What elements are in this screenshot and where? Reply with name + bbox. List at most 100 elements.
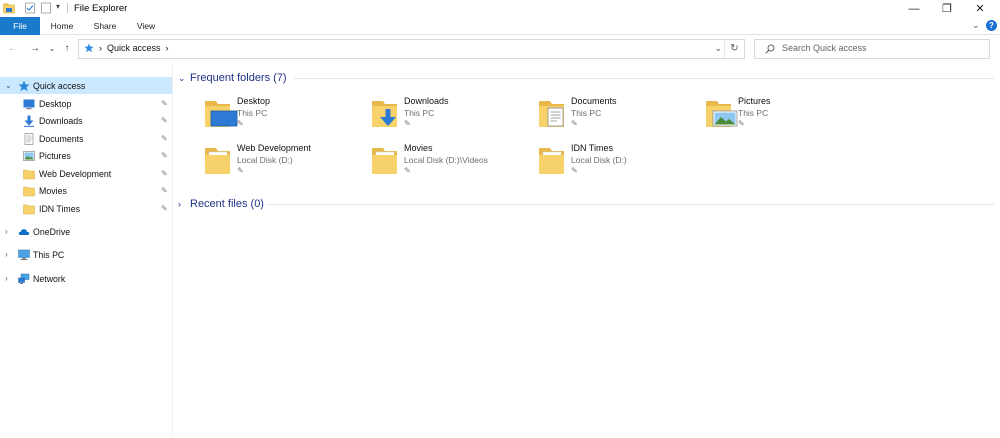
address-bar[interactable]: › Quick access › ⌄ ↻ bbox=[78, 39, 745, 59]
folder-location: Local Disk (D:)\Videos bbox=[404, 155, 488, 165]
downloads-icon bbox=[24, 115, 34, 127]
tab-home[interactable]: Home bbox=[44, 17, 80, 35]
sidebar-item-movies[interactable]: Movies ✎ bbox=[0, 182, 172, 199]
section-divider bbox=[268, 203, 994, 205]
forward-button[interactable]: → bbox=[28, 41, 42, 57]
desktop-folder-icon bbox=[205, 101, 238, 127]
sidebar-item-label: Desktop bbox=[39, 98, 72, 109]
back-button[interactable]: ← bbox=[6, 41, 20, 57]
pin-icon[interactable]: ✎ bbox=[161, 116, 168, 125]
folder-location: This PC bbox=[738, 108, 769, 118]
sidebar-item-label: This PC bbox=[33, 249, 65, 260]
folder-name: Web Development bbox=[237, 143, 311, 153]
properties-icon[interactable] bbox=[24, 2, 36, 14]
quick-access-star-icon bbox=[18, 80, 30, 91]
network-icon bbox=[18, 273, 30, 284]
pin-icon[interactable]: ✎ bbox=[237, 166, 244, 175]
chevron-down-icon[interactable]: ⌄ bbox=[178, 73, 186, 84]
up-button[interactable]: ↑ bbox=[60, 41, 74, 57]
chevron-right-icon[interactable]: › bbox=[5, 227, 8, 236]
maximize-button[interactable]: ❐ bbox=[931, 0, 963, 17]
folder-name: IDN Times bbox=[571, 143, 614, 153]
chevron-right-icon[interactable]: › bbox=[5, 250, 8, 259]
folder-tile-pictures[interactable]: Pictures This PC ✎ bbox=[705, 96, 865, 138]
sidebar-item-onedrive[interactable]: › OneDrive bbox=[0, 223, 172, 240]
pin-icon[interactable]: ✎ bbox=[161, 134, 168, 143]
pin-icon[interactable]: ✎ bbox=[404, 166, 411, 175]
breadcrumb-separator[interactable]: › bbox=[166, 43, 169, 53]
folder-tile-movies[interactable]: Movies Local Disk (D:)\Videos ✎ bbox=[371, 143, 531, 185]
pin-icon[interactable]: ✎ bbox=[161, 186, 168, 195]
documents-icon bbox=[24, 132, 34, 145]
breadcrumb-quick-access[interactable]: Quick access bbox=[107, 43, 161, 53]
folder-location: This PC bbox=[571, 108, 602, 118]
pin-icon[interactable]: ✎ bbox=[738, 119, 745, 128]
sidebar-item-web-development[interactable]: Web Development ✎ bbox=[0, 165, 172, 182]
customize-qat-icon[interactable]: ▾ bbox=[56, 2, 60, 11]
breadcrumb-separator: › bbox=[99, 43, 102, 53]
folder-tile-web-development[interactable]: Web Development Local Disk (D:) ✎ bbox=[204, 143, 364, 185]
close-button[interactable]: ✕ bbox=[964, 0, 996, 17]
sidebar-item-label: Documents bbox=[39, 133, 84, 144]
help-icon[interactable]: ? bbox=[986, 20, 997, 31]
sidebar-item-label: Downloads bbox=[39, 115, 83, 126]
sidebar-item-idn-times[interactable]: IDN Times ✎ bbox=[0, 200, 172, 217]
folder-name: Desktop bbox=[237, 96, 271, 106]
frequent-folders-header[interactable]: ⌄ Frequent folders (7) bbox=[174, 70, 996, 86]
pin-icon[interactable]: ✎ bbox=[161, 151, 168, 160]
tab-file[interactable]: File bbox=[0, 17, 40, 35]
desktop-icon bbox=[23, 99, 35, 109]
address-dropdown-icon[interactable]: ⌄ bbox=[714, 43, 722, 54]
folder-location: This PC bbox=[237, 108, 268, 118]
folder-location: Local Disk (D:) bbox=[571, 155, 627, 165]
sidebar-item-desktop[interactable]: Desktop ✎ bbox=[0, 95, 172, 112]
sidebar-item-label: OneDrive bbox=[33, 226, 71, 237]
content-pane: ⌄ Frequent folders (7) Desktop This PC ✎… bbox=[174, 63, 1000, 438]
refresh-button[interactable]: ↻ bbox=[724, 40, 744, 58]
sidebar-item-label: Pictures bbox=[39, 150, 71, 161]
sidebar-item-label: Network bbox=[33, 273, 66, 284]
folder-icon bbox=[372, 148, 397, 174]
file-explorer-icon[interactable] bbox=[3, 2, 15, 14]
title-bar: ▾ File Explorer — ❐ ✕ bbox=[0, 0, 1000, 17]
window-title: File Explorer bbox=[74, 3, 128, 14]
folder-tile-desktop[interactable]: Desktop This PC ✎ bbox=[204, 96, 364, 138]
computer-icon bbox=[18, 249, 30, 260]
search-box[interactable] bbox=[754, 39, 990, 59]
sidebar-item-documents[interactable]: Documents ✎ bbox=[0, 130, 172, 147]
sidebar-item-this-pc[interactable]: › This PC bbox=[0, 246, 172, 263]
folder-tile-downloads[interactable]: Downloads This PC ✎ bbox=[371, 96, 531, 138]
ribbon-expand-icon[interactable]: ⌄ bbox=[972, 20, 980, 31]
tab-share[interactable]: Share bbox=[87, 17, 123, 35]
folder-tile-documents[interactable]: Documents This PC ✎ bbox=[538, 96, 698, 138]
recent-locations-button[interactable]: ⌄ bbox=[45, 41, 59, 57]
pin-icon[interactable]: ✎ bbox=[161, 204, 168, 213]
chevron-down-icon[interactable]: ⌄ bbox=[5, 81, 12, 90]
pin-icon[interactable]: ✎ bbox=[161, 99, 168, 108]
folder-icon bbox=[205, 148, 230, 174]
folder-tile-idn-times[interactable]: IDN Times Local Disk (D:) ✎ bbox=[538, 143, 698, 185]
minimize-button[interactable]: — bbox=[898, 0, 930, 17]
folder-icon bbox=[539, 148, 564, 174]
new-folder-icon[interactable] bbox=[40, 2, 52, 14]
pin-icon[interactable]: ✎ bbox=[404, 119, 411, 128]
section-title: Recent files (0) bbox=[190, 198, 264, 210]
pin-icon[interactable]: ✎ bbox=[571, 119, 578, 128]
recent-files-header[interactable]: › Recent files (0) bbox=[174, 196, 996, 212]
downloads-folder-icon bbox=[372, 101, 397, 127]
sidebar-item-quick-access[interactable]: ⌄ Quick access bbox=[0, 77, 172, 94]
minimize-icon: — bbox=[908, 2, 920, 15]
sidebar-item-pictures[interactable]: Pictures ✎ bbox=[0, 147, 172, 164]
search-input[interactable] bbox=[782, 43, 982, 53]
navigation-pane: ⌄ Quick access Desktop ✎ Downloads ✎ Doc… bbox=[0, 63, 173, 438]
pin-icon[interactable]: ✎ bbox=[237, 119, 244, 128]
chevron-right-icon[interactable]: › bbox=[178, 199, 181, 209]
pin-icon[interactable]: ✎ bbox=[571, 166, 578, 175]
folder-name: Downloads bbox=[404, 96, 449, 106]
sidebar-item-network[interactable]: › Network bbox=[0, 270, 172, 287]
tab-view[interactable]: View bbox=[129, 17, 163, 35]
chevron-right-icon[interactable]: › bbox=[5, 274, 8, 283]
pin-icon[interactable]: ✎ bbox=[161, 169, 168, 178]
sidebar-item-downloads[interactable]: Downloads ✎ bbox=[0, 112, 172, 129]
pictures-folder-icon bbox=[706, 101, 738, 127]
